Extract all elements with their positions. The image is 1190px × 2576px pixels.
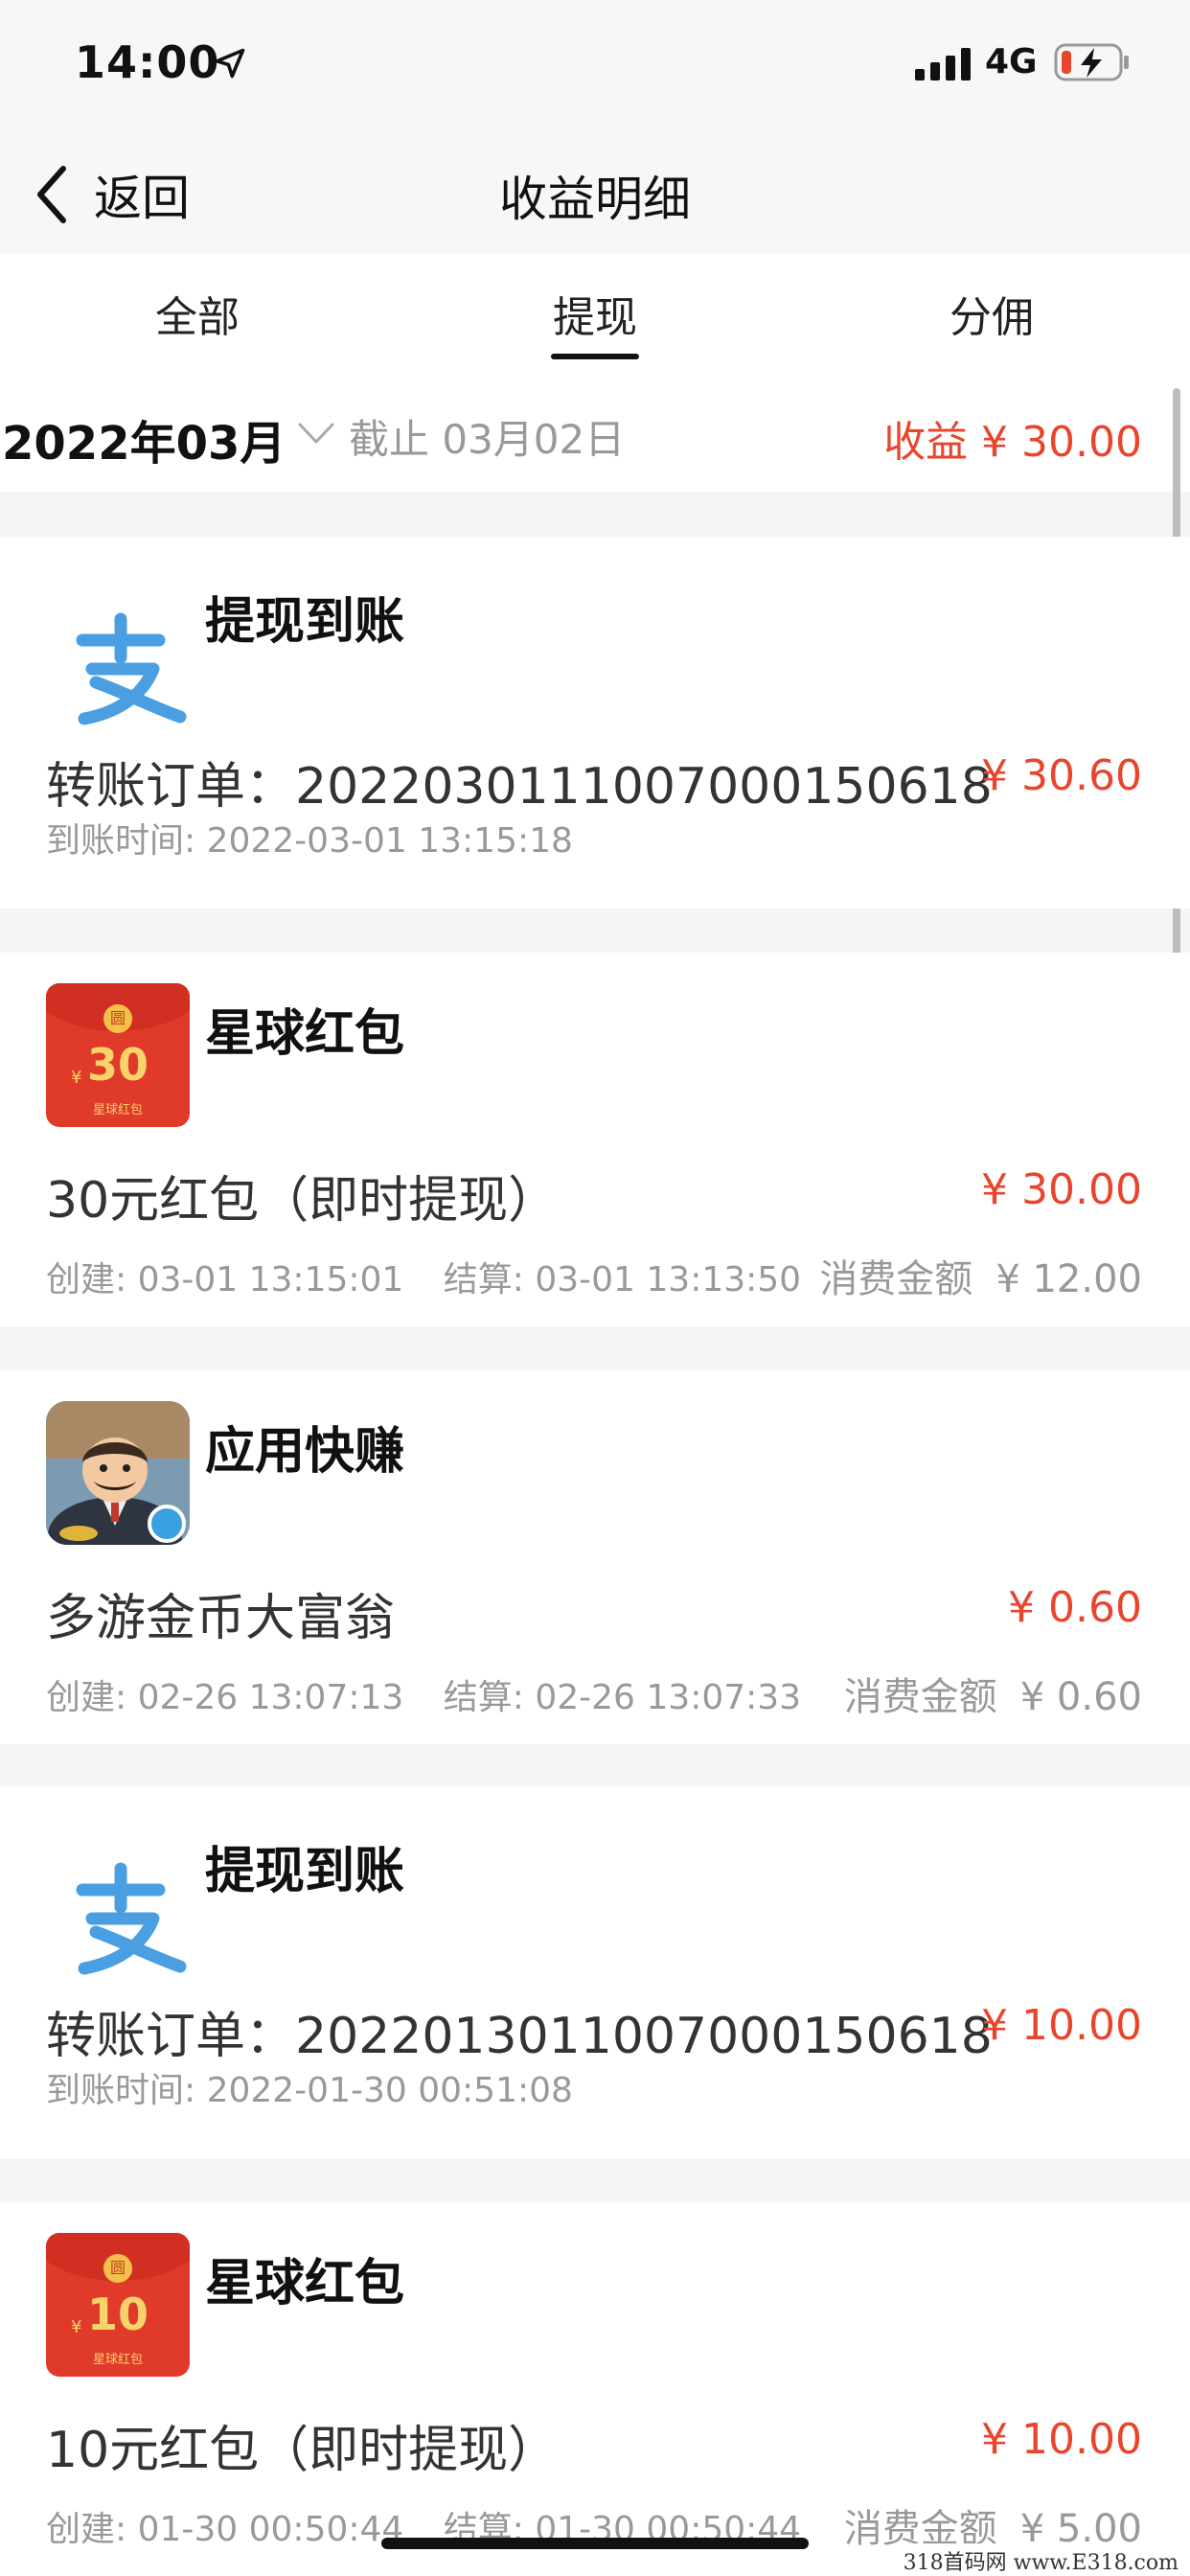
record-amount: ¥ 0.60 bbox=[1008, 1583, 1142, 1632]
red-envelope-icon: 圆 10 ¥ 星球红包 bbox=[46, 2233, 190, 2377]
spend-value: ¥ 12.00 bbox=[995, 1257, 1142, 1301]
envelope-brand: 星球红包 bbox=[92, 1103, 143, 1117]
network-type: 4G bbox=[985, 42, 1038, 81]
record-title: 星球红包 bbox=[205, 2255, 405, 2312]
record-times: 创建: 03-01 13:15:01 结算: 03-01 13:13:50 bbox=[46, 1252, 801, 1301]
record-title: 星球红包 bbox=[205, 1005, 405, 1063]
record-arrival-time: 到账时间: 2022-01-30 00:51:08 bbox=[46, 2071, 573, 2110]
record-title: 提现到账 bbox=[205, 593, 405, 651]
signal-bars-icon bbox=[915, 48, 971, 80]
watermark: 318首码网 www.E318.com bbox=[897, 2543, 1184, 2576]
alipay-icon bbox=[76, 612, 187, 725]
income-total: 收益 ¥ 30.00 bbox=[883, 418, 1142, 467]
battery-charging-icon bbox=[1054, 43, 1129, 81]
location-arrow-icon bbox=[215, 48, 245, 79]
record-spend: 消费金额 ¥ 12.00 bbox=[819, 1248, 1142, 1303]
record-card[interactable]: 圆 10 ¥ 星球红包 星球红包 10元红包（即时提现） ¥ 10.00 创建:… bbox=[0, 2202, 1190, 2576]
record-card[interactable]: 提现到账 转账订单：202201301100700015061800… ¥ 10… bbox=[0, 1786, 1190, 2158]
record-title: 提现到账 bbox=[205, 1843, 405, 1900]
envelope-value: 30 bbox=[86, 1039, 149, 1091]
record-card[interactable]: 提现到账 转账订单：202203011100700015061800… ¥ 30… bbox=[0, 537, 1190, 908]
navigation-bar: 返回 收益明细 bbox=[0, 134, 1190, 254]
active-tab-indicator bbox=[551, 354, 639, 359]
record-settled: 结算: 02-26 13:07:33 bbox=[443, 1678, 802, 1717]
envelope-brand: 星球红包 bbox=[92, 2353, 143, 2367]
tab-commission[interactable]: 分佣 bbox=[848, 283, 1135, 344]
spend-label: 消费金额 bbox=[819, 1257, 973, 1301]
record-card[interactable]: 应用快赚 多游金币大富翁 ¥ 0.60 创建: 02-26 13:07:13 结… bbox=[0, 1370, 1190, 1744]
spend-value: ¥ 0.60 bbox=[1019, 1675, 1142, 1719]
record-description: 转账订单：202203011100700015061800… bbox=[46, 758, 995, 816]
record-description: 转账订单：202201301100700015061800… bbox=[46, 2008, 995, 2065]
record-amount: ¥ 30.60 bbox=[981, 751, 1142, 800]
record-created: 创建: 02-26 13:07:13 bbox=[46, 1678, 404, 1717]
record-arrival-time: 到账时间: 2022-03-01 13:15:18 bbox=[46, 821, 573, 861]
record-created: 创建: 01-30 00:50:44 bbox=[46, 2510, 404, 2549]
page-title: 收益明细 bbox=[499, 172, 691, 227]
envelope-value: 10 bbox=[86, 2288, 149, 2340]
record-title: 应用快赚 bbox=[205, 1423, 405, 1481]
record-description: 10元红包（即时提现） bbox=[46, 2422, 559, 2479]
status-time: 14:00 bbox=[75, 36, 220, 88]
record-times: 创建: 02-26 13:07:13 结算: 02-26 13:07:33 bbox=[46, 1669, 801, 1719]
record-description: 30元红包（即时提现） bbox=[46, 1172, 559, 1230]
record-amount: ¥ 10.00 bbox=[981, 2415, 1142, 2464]
home-indicator[interactable] bbox=[381, 2538, 809, 2549]
red-envelope-icon: 圆 30 ¥ 星球红包 bbox=[46, 983, 190, 1127]
tab-bar: 全部 提现 分佣 bbox=[0, 254, 1190, 367]
tab-withdraw[interactable]: 提现 bbox=[451, 283, 739, 344]
month-selector[interactable]: 2022年03月 bbox=[2, 405, 286, 472]
cutoff-date: 截止 03月02日 bbox=[349, 416, 626, 463]
record-amount: ¥ 30.00 bbox=[981, 1165, 1142, 1214]
chevron-down-icon[interactable] bbox=[297, 421, 335, 446]
alipay-icon bbox=[76, 1862, 187, 1975]
record-spend: 消费金额 ¥ 0.60 bbox=[844, 1666, 1142, 1721]
game-character-icon bbox=[46, 1401, 190, 1545]
record-settled: 结算: 03-01 13:13:50 bbox=[443, 1260, 802, 1300]
tab-all[interactable]: 全部 bbox=[54, 283, 341, 344]
record-amount: ¥ 10.00 bbox=[981, 2001, 1142, 2050]
status-bar: 14:00 4G bbox=[0, 0, 1190, 134]
record-description: 多游金币大富翁 bbox=[46, 1590, 396, 1647]
month-summary: 2022年03月 截止 03月02日 收益 ¥ 30.00 bbox=[0, 367, 1190, 492]
record-created: 创建: 03-01 13:15:01 bbox=[46, 1260, 404, 1300]
spend-label: 消费金额 bbox=[843, 1675, 997, 1719]
record-card[interactable]: 圆 30 ¥ 星球红包 星球红包 30元红包（即时提现） ¥ 30.00 创建:… bbox=[0, 953, 1190, 1326]
